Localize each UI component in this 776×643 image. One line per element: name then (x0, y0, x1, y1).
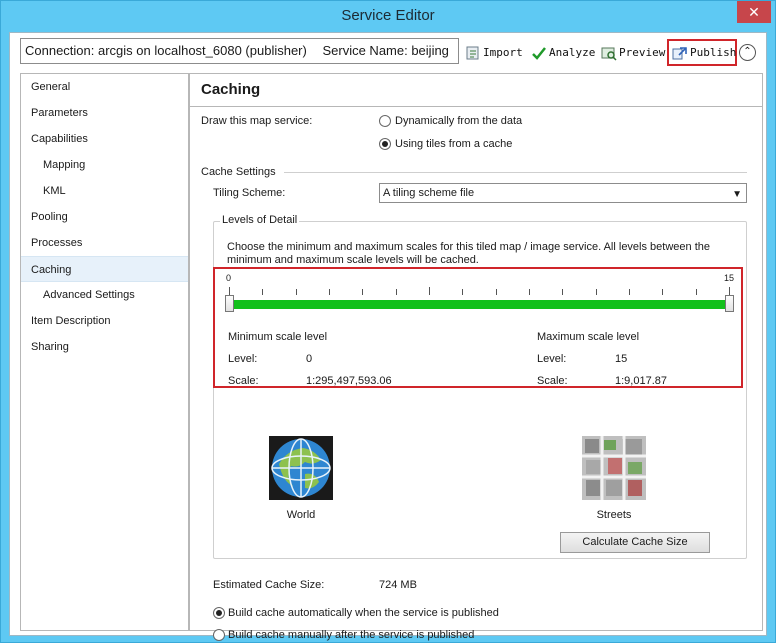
sidebar-item-advanced-settings[interactable]: Advanced Settings (21, 282, 188, 308)
publish-button[interactable]: Publish (672, 42, 736, 64)
world-caption: World (286, 509, 316, 521)
levels-of-detail-description: Choose the minimum and maximum scales fo… (227, 241, 710, 266)
connection-info-box: Connection: arcgis on localhost_6080 (pu… (20, 38, 459, 64)
sidebar-item-processes[interactable]: Processes (21, 230, 188, 256)
slider-tick (429, 287, 430, 295)
window-title: Service Editor (341, 7, 435, 24)
publish-label: Publish (690, 46, 737, 59)
radio-tiles-label[interactable]: Using tiles from a cache (395, 138, 512, 150)
close-button[interactable]: ✕ (737, 1, 771, 23)
slider-tick (495, 289, 497, 295)
sidebar-item-caching[interactable]: Caching (21, 256, 188, 282)
slider-tick (695, 289, 697, 295)
radio-build-auto-label[interactable]: Build cache automatically when the servi… (228, 607, 499, 619)
sidebar-item-sharing[interactable]: Sharing (21, 334, 188, 360)
sidebar-item-parameters[interactable]: Parameters (21, 100, 188, 126)
min-scale-title: Minimum scale level (228, 331, 328, 343)
analyze-label: Analyze (549, 46, 596, 59)
slider-tick (562, 289, 564, 295)
sidebar-item-mapping[interactable]: Mapping (21, 152, 188, 178)
world-globe-icon (269, 436, 333, 500)
min-level-value: 0 (306, 353, 313, 365)
radio-dynamic-label[interactable]: Dynamically from the data (395, 115, 522, 127)
slider-tick (362, 289, 364, 295)
streets-map-icon (582, 436, 646, 500)
sidebar-item-capabilities[interactable]: Capabilities (21, 126, 188, 152)
title-bar[interactable]: Service Editor ✕ (1, 1, 775, 31)
levels-of-detail-group: Levels of Detail Choose the minimum and … (213, 214, 747, 559)
slider-tick (662, 289, 664, 295)
slider-selected-range (233, 300, 730, 309)
calculate-cache-size-button[interactable]: Calculate Cache Size (560, 532, 710, 553)
slider-tick (395, 289, 397, 295)
preview-button[interactable]: Preview (601, 42, 665, 64)
analyze-button[interactable]: Analyze (531, 42, 595, 64)
sidebar-item-general[interactable]: General (21, 74, 188, 100)
radio-build-manual-label[interactable]: Build cache manually after the service i… (228, 629, 474, 641)
slider-tick (729, 287, 730, 295)
checkmark-icon (531, 45, 547, 61)
tiling-scheme-select[interactable]: A tiling scheme file ▼ (379, 183, 747, 203)
draw-service-label: Draw this map service: (201, 115, 313, 127)
chevron-down-icon: ▼ (732, 189, 742, 200)
import-button[interactable]: Import (465, 42, 523, 64)
slider-min-thumb[interactable] (225, 295, 234, 312)
slider-tick (529, 289, 530, 295)
cache-settings-label: Cache Settings (201, 166, 276, 178)
min-scale-label: Scale: (228, 375, 259, 387)
max-scale-title: Maximum scale level (537, 331, 640, 343)
max-scale-label: Scale: (537, 375, 568, 387)
radio-build-manual[interactable] (213, 629, 225, 641)
radio-dynamic[interactable] (379, 115, 391, 127)
streets-caption: Streets (596, 509, 632, 521)
slider-max-thumb[interactable] (725, 295, 734, 312)
min-level-label: Level: (228, 353, 258, 365)
min-scale-value: 1:295,497,593.06 (306, 375, 392, 387)
import-icon (465, 45, 481, 61)
radio-tiles[interactable] (379, 138, 391, 150)
tiling-scheme-value: A tiling scheme file (383, 187, 475, 199)
collapse-toggle-button[interactable]: ⌃ (739, 44, 756, 61)
slider-tick (229, 287, 230, 295)
editor-client-area: Connection: arcgis on localhost_6080 (pu… (9, 32, 767, 641)
sidebar-item-item-description[interactable]: Item Description (21, 308, 188, 334)
estimated-cache-size-value: 724 MB (379, 579, 417, 591)
max-scale-value: 1:9,017.87 (615, 375, 667, 387)
slider-tick (595, 289, 597, 295)
preview-label: Preview (619, 46, 666, 59)
scale-range-highlight-box: 0 15 Minimum scale level Level: 0 Scale:… (213, 267, 743, 388)
slider-min-label: 0 (226, 273, 232, 283)
sidebar-item-pooling[interactable]: Pooling (21, 204, 188, 230)
scale-range-slider[interactable]: 0 15 (223, 273, 735, 317)
slider-tick (629, 289, 630, 295)
slider-tick (262, 289, 264, 295)
caching-panel: Caching Draw this map service: Dynamical… (189, 73, 763, 641)
preview-icon (601, 45, 617, 61)
heading-divider (190, 106, 762, 107)
connection-label: Connection: arcgis on localhost_6080 (pu… (25, 43, 307, 58)
sidebar-nav: General Parameters Capabilities Mapping … (20, 73, 189, 631)
service-name-label: Service Name: beijing (322, 43, 449, 58)
service-editor-window: Service Editor ✕ Connection: arcgis on l… (0, 0, 776, 643)
levels-of-detail-title: Levels of Detail (220, 214, 300, 226)
max-level-label: Level: (537, 353, 567, 365)
slider-tick (295, 289, 297, 295)
slider-tick (462, 289, 464, 295)
sidebar-item-kml[interactable]: KML (21, 178, 188, 204)
radio-build-auto[interactable] (213, 607, 225, 619)
max-level-value: 15 (615, 353, 628, 365)
estimated-cache-size-label: Estimated Cache Size: (213, 579, 325, 591)
slider-tick (329, 289, 330, 295)
tiling-scheme-label: Tiling Scheme: (213, 187, 286, 199)
page-title: Caching (201, 81, 261, 98)
cache-settings-divider (284, 172, 747, 173)
publish-icon (672, 45, 688, 61)
import-label: Import (483, 46, 523, 59)
slider-max-label: 15 (724, 273, 735, 283)
